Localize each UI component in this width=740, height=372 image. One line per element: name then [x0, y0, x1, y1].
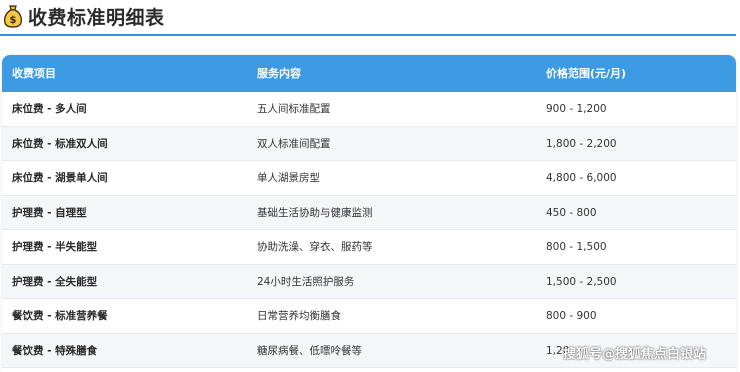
fee-item-cell: 床位费 - 湖景单人间 — [12, 172, 108, 184]
service-cell: 单人湖景房型 — [257, 172, 320, 184]
table-row: 餐饮费 - 标准营养餐 日常营养均衡膳食 800 - 900 — [2, 299, 736, 334]
table-row: 护理费 - 全失能型 24小时生活照护服务 1,500 - 2,500 — [2, 264, 736, 299]
fee-item-cell: 护理费 - 自理型 — [12, 206, 87, 219]
watermark: 搜狐号@搜狐焦点白银站 — [563, 347, 707, 362]
fee-table: 收费项目 服务内容 价格范围(元/月) 床位费 - 多人间 五人间标准配置 90… — [2, 55, 736, 372]
fee-item-cell: 餐饮费 - 特殊膳食 — [12, 344, 98, 357]
svg-text:$: $ — [10, 15, 17, 26]
page-header: $ 收费标准明细表 — [0, 0, 736, 36]
service-cell: 协助洗澡、穿衣、服药等 — [257, 241, 373, 253]
price-cell: 800 - 1,500 — [546, 241, 607, 253]
service-cell: 糖尿病餐、低嘌呤餐等 — [257, 344, 362, 357]
fee-item-cell: 护理费 - 半失能型 — [12, 241, 98, 253]
table-header-row: 收费项目 服务内容 价格范围(元/月) — [2, 55, 736, 92]
table-row: 床位费 - 湖景单人间 单人湖景房型 4,800 - 6,000 — [2, 161, 736, 196]
fee-item-cell: 餐饮费 - 标准营养餐 — [12, 310, 108, 322]
table-row: 床位费 - 多人间 五人间标准配置 900 - 1,200 — [2, 92, 736, 127]
price-cell: 800 - 900 — [546, 310, 597, 322]
fee-item-cell: 床位费 - 多人间 — [12, 103, 87, 115]
column-header-service: 服务内容 — [257, 67, 301, 80]
column-header-price: 价格范围(元/月) — [546, 67, 627, 80]
column-header-item: 收费项目 — [12, 67, 56, 80]
service-cell: 基础生活协助与健康监测 — [257, 206, 373, 219]
price-cell: 4,800 - 6,000 — [546, 172, 617, 184]
service-cell: 双人标准间配置 — [257, 137, 331, 150]
service-cell: 五人间标准配置 — [257, 103, 331, 115]
price-cell: 900 - 1,200 — [546, 103, 607, 115]
money-bag-icon: $ — [4, 5, 22, 28]
page-title: 收费标准明细表 — [28, 7, 165, 29]
fee-item-cell: 床位费 - 标准双人间 — [12, 137, 108, 150]
table-row: 护理费 - 半失能型 协助洗澡、穿衣、服药等 800 - 1,500 — [2, 230, 736, 265]
service-cell: 24小时生活照护服务 — [257, 275, 355, 288]
table-row: 床位费 - 标准双人间 双人标准间配置 1,800 - 2,200 — [2, 126, 736, 161]
service-cell: 日常营养均衡膳食 — [257, 310, 341, 322]
price-cell: 1,800 - 2,200 — [546, 137, 617, 150]
table-row: 护理费 - 自理型 基础生活协助与健康监测 450 - 800 — [2, 195, 736, 230]
price-cell: 450 - 800 — [546, 206, 597, 219]
fee-item-cell: 护理费 - 全失能型 — [12, 275, 98, 288]
price-cell: 1,500 - 2,500 — [546, 275, 617, 288]
